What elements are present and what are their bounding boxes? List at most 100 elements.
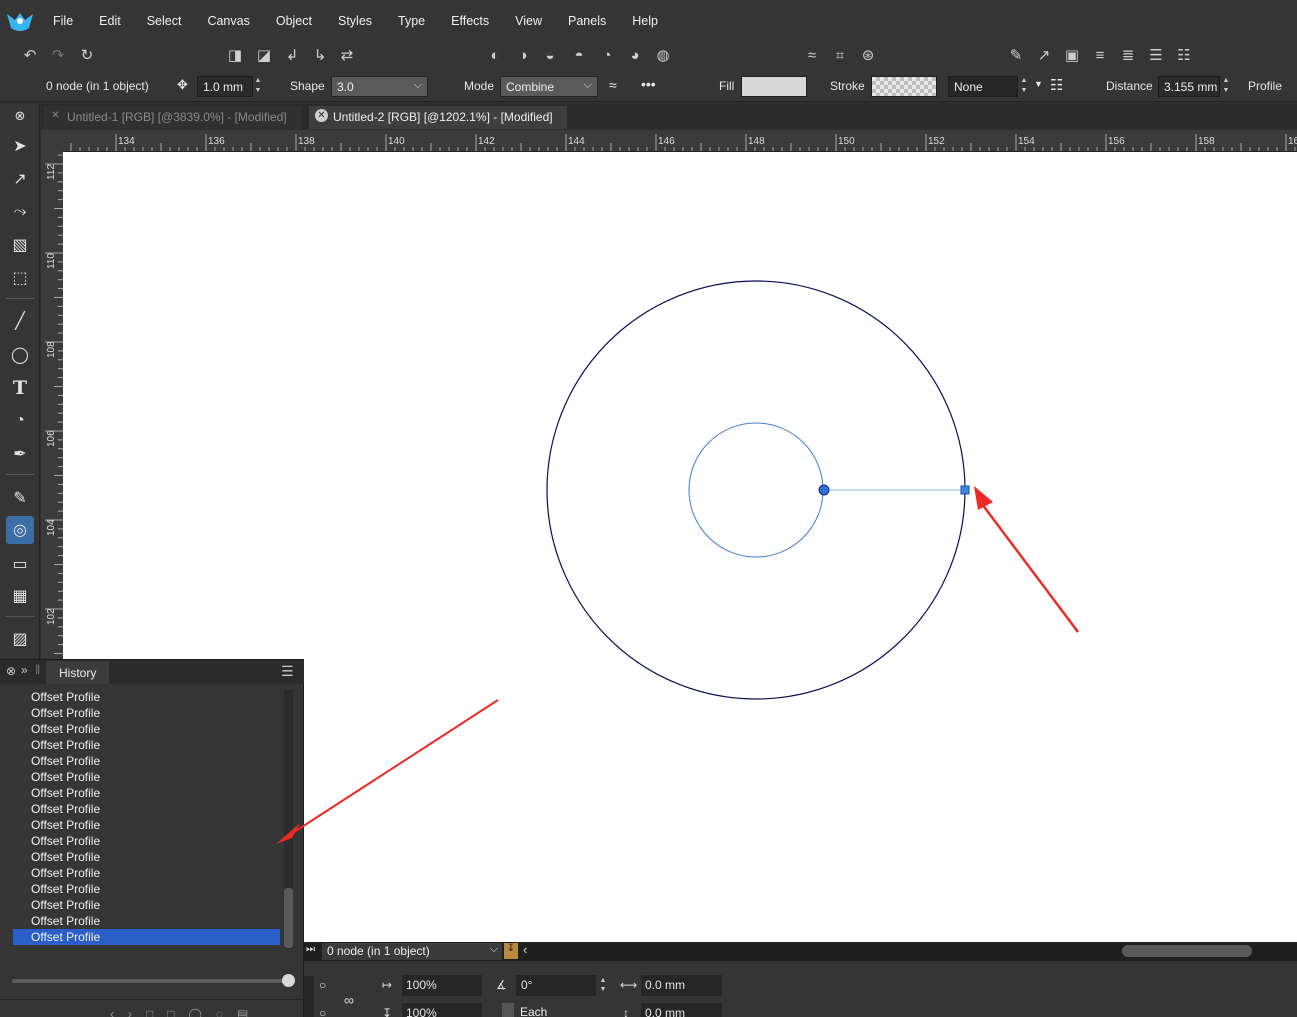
mesh-tool-icon[interactable]: ▦ xyxy=(6,582,34,610)
history-item[interactable]: Offset Profile xyxy=(13,769,280,785)
flip-horizontal-icon[interactable]: ◨ xyxy=(225,45,245,65)
mode-dropdown[interactable]: Combine ⌵ xyxy=(500,76,598,97)
h-offset-input[interactable]: 0.0 mm xyxy=(641,975,722,996)
history-item[interactable]: Offset Profile xyxy=(13,897,280,913)
rotate-left-icon[interactable]: ↲ xyxy=(282,45,302,65)
rotation-input[interactable]: 0° xyxy=(516,975,596,996)
link-icon[interactable]: ∞ xyxy=(344,992,354,1008)
line-tool-icon[interactable]: ╱ xyxy=(6,307,34,335)
fill-tool-icon[interactable]: ◔ xyxy=(6,407,34,435)
boolean-combine-icon[interactable]: ◕ xyxy=(625,45,645,65)
close-panel-icon[interactable]: ⊗ xyxy=(6,105,34,127)
panel-menu-icon[interactable]: ☰ xyxy=(281,663,294,680)
perspective-tool-icon[interactable]: ▧ xyxy=(6,231,34,259)
history-slider[interactable] xyxy=(12,979,294,983)
history-item[interactable]: Offset Profile xyxy=(13,865,280,881)
history-item[interactable]: Offset Profile xyxy=(13,721,280,737)
rotate-180-icon[interactable]: ⇄ xyxy=(337,45,357,65)
offset-path-icon[interactable]: ≈ xyxy=(802,45,822,65)
history-item[interactable]: Offset Profile xyxy=(13,705,280,721)
history-item[interactable]: Offset Profile xyxy=(13,689,280,705)
more-options-icon[interactable]: ••• xyxy=(641,76,656,92)
stroke-swatch[interactable] xyxy=(871,76,937,97)
boolean-split-icon[interactable]: ◍ xyxy=(653,45,673,65)
gradient-tool-icon[interactable]: ▨ xyxy=(6,625,34,653)
history-slider-knob[interactable] xyxy=(282,974,295,987)
nudge-distance-input[interactable]: 1.0 mm xyxy=(197,76,253,97)
status-toggle-icon[interactable]: ↧ xyxy=(504,943,518,959)
history-item[interactable]: Offset Profile xyxy=(13,737,280,753)
radio-icon[interactable]: ○ xyxy=(319,1006,326,1017)
stroke-style-field[interactable]: None xyxy=(948,76,1018,97)
menu-help[interactable]: Help xyxy=(619,0,671,42)
close-panel-icon[interactable]: ⊗ xyxy=(6,664,16,678)
history-item[interactable]: Offset Profile xyxy=(13,849,280,865)
select-tool-icon[interactable]: ➤ xyxy=(6,132,34,160)
status-node-dropdown[interactable]: 0 node (in 1 object) ⌵ xyxy=(322,943,502,960)
play-icon[interactable]: ⏭ xyxy=(306,944,315,955)
menu-object[interactable]: Object xyxy=(263,0,325,42)
history-tab[interactable]: History xyxy=(46,661,110,684)
tab-untitled-1[interactable]: ✕ Untitled-1 [RGB] [@3839.0%] - [Modifie… xyxy=(43,106,301,129)
history-item[interactable]: Offset Profile xyxy=(13,801,280,817)
ellipse-tool-icon[interactable]: ◯ xyxy=(6,341,34,369)
close-tab-icon[interactable]: ✕ xyxy=(49,109,62,122)
boolean-subtract-icon[interactable]: ◑ xyxy=(513,45,533,65)
repeat-icon[interactable]: ↻ xyxy=(77,45,97,65)
rotation-spinner[interactable]: ▲ ▼ xyxy=(597,976,609,995)
offset-tool-icon[interactable]: ◎ xyxy=(6,516,34,544)
inner-circle[interactable] xyxy=(688,422,824,558)
align-center-icon[interactable]: ☷ xyxy=(1174,45,1194,65)
menu-select[interactable]: Select xyxy=(134,0,195,42)
menu-type[interactable]: Type xyxy=(385,0,438,42)
width-scale-input[interactable]: 100% xyxy=(402,975,482,996)
menu-file[interactable]: File xyxy=(40,0,86,42)
menu-effects[interactable]: Effects xyxy=(438,0,502,42)
menu-panels[interactable]: Panels xyxy=(555,0,619,42)
edit-icon[interactable]: ✎ xyxy=(1006,45,1026,65)
offset-start-handle[interactable] xyxy=(818,484,830,496)
crop-icon[interactable]: ⌗ xyxy=(830,45,850,65)
panel-grip-icon[interactable]: ‖ xyxy=(35,662,40,677)
distribute-icon[interactable]: ☰ xyxy=(1146,45,1166,65)
brush-tool-icon[interactable]: ✎ xyxy=(6,484,34,512)
align-bottom-icon[interactable]: ≣ xyxy=(1118,45,1138,65)
menu-edit[interactable]: Edit xyxy=(86,0,134,42)
canvas-horizontal-scrollbar[interactable] xyxy=(1122,945,1252,957)
menu-canvas[interactable]: Canvas xyxy=(194,0,262,42)
marquee-tool-icon[interactable]: ⬚ xyxy=(6,264,34,292)
boolean-intersect-icon[interactable]: ◒ xyxy=(540,45,560,65)
stroke-settings-icon[interactable]: ☷ xyxy=(1050,76,1063,94)
stroke-spinner[interactable]: ▲ ▼ xyxy=(1018,76,1030,97)
stroke-dropdown-icon[interactable]: ▼ xyxy=(1034,79,1043,89)
offset-curve-icon[interactable]: ≈ xyxy=(609,77,617,93)
history-item[interactable]: Offset Profile xyxy=(13,833,280,849)
curve-tool-icon[interactable]: ⤳ xyxy=(6,198,34,226)
fill-swatch[interactable] xyxy=(741,76,807,97)
align-top-icon[interactable]: ≡ xyxy=(1090,45,1110,65)
each-checkbox[interactable] xyxy=(502,1003,514,1017)
history-item[interactable]: Offset Profile xyxy=(13,817,280,833)
close-tab-icon[interactable]: ✕ xyxy=(315,109,328,122)
export-icon[interactable]: ↗ xyxy=(1034,45,1054,65)
history-item[interactable]: Offset Profile xyxy=(13,913,280,929)
horizontal-ruler[interactable]: 134 136 138 140 142 144 146 148 150 152 154 156 158 1… xyxy=(63,130,1297,152)
envelope-tool-icon[interactable]: ▭ xyxy=(6,550,34,578)
height-scale-input[interactable]: 100% xyxy=(402,1003,482,1017)
node-tool-icon[interactable]: ↗ xyxy=(6,165,34,193)
history-item[interactable]: Offset Profile xyxy=(13,753,280,769)
app-logo-icon[interactable] xyxy=(0,0,40,42)
history-item[interactable]: Offset Profile xyxy=(13,929,280,945)
history-item[interactable]: Offset Profile xyxy=(13,881,280,897)
boolean-exclude-icon[interactable]: ◓ xyxy=(569,45,589,65)
convert-to-curves-icon[interactable]: ⊛ xyxy=(858,45,878,65)
flip-vertical-icon[interactable]: ◪ xyxy=(254,45,274,65)
shape-dropdown[interactable]: 3.0 ⌵ xyxy=(331,76,428,97)
boolean-divide-icon[interactable]: ◔ xyxy=(597,45,617,65)
undo-icon[interactable]: ↶ xyxy=(20,45,40,65)
v-offset-input[interactable]: 0.0 mm xyxy=(641,1003,722,1017)
tab-untitled-2[interactable]: ✕ Untitled-2 [RGB] [@1202.1%] - [Modifie… xyxy=(309,106,567,129)
redo-icon[interactable]: ↷ xyxy=(48,45,68,65)
history-actions[interactable]: ‹›□□◯◌▤ xyxy=(110,1007,262,1017)
history-scroll-thumb[interactable] xyxy=(284,888,293,948)
